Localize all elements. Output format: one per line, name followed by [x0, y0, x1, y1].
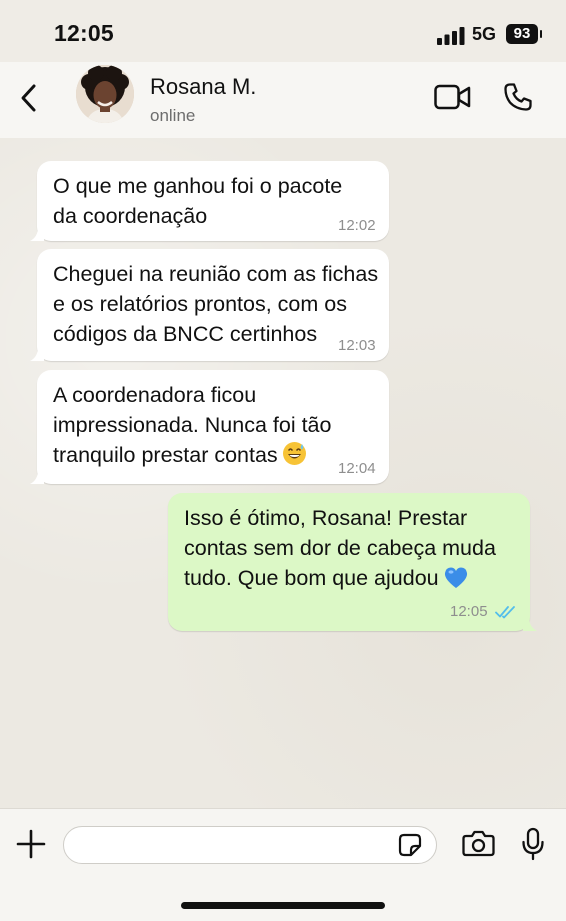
message-time: 12:04	[338, 460, 376, 477]
signal-icon	[437, 27, 465, 45]
contact-name[interactable]: Rosana M.	[150, 74, 256, 100]
message-time: 12:05	[450, 603, 488, 620]
grinning-sweat-emoji	[283, 442, 306, 465]
sticker-icon[interactable]	[398, 833, 422, 857]
read-double-check-icon	[495, 606, 515, 619]
phone-call-icon[interactable]	[503, 82, 533, 112]
message-text: Cheguei na reunião com as fichas e os re…	[53, 262, 379, 346]
message-composer	[0, 808, 566, 921]
status-time: 12:05	[54, 20, 114, 46]
video-call-icon[interactable]	[434, 84, 471, 110]
camera-icon[interactable]	[462, 830, 495, 857]
microphone-icon[interactable]	[521, 827, 545, 861]
back-chevron-icon[interactable]	[14, 80, 44, 116]
message-bubble-incoming[interactable]: Cheguei na reunião com as fichas e os re…	[30, 249, 389, 361]
message-list[interactable]: O que me ganhou foi o pacote da coordena…	[0, 138, 566, 808]
bubble-tail	[30, 470, 44, 484]
message-bubble-outgoing[interactable]: Isso é ótimo, Rosana! Prestar contas sem…	[168, 493, 537, 631]
message-time: 12:03	[338, 337, 376, 354]
home-indicator[interactable]	[181, 902, 385, 909]
bubble-tail	[30, 347, 44, 361]
network-type: 5G	[472, 24, 497, 44]
blue-heart-emoji	[444, 567, 468, 588]
bubble-tail	[30, 227, 44, 241]
message-input[interactable]	[63, 826, 437, 864]
avatar[interactable]	[76, 65, 134, 123]
message-text: O que me ganhou foi o pacote da coordena…	[53, 174, 343, 228]
chat-header: Rosana M. online	[0, 62, 566, 139]
presence-status: online	[150, 106, 196, 125]
message-bubble-incoming[interactable]: O que me ganhou foi o pacote da coordena…	[30, 161, 389, 241]
contact-photo	[76, 65, 134, 123]
message-time: 12:02	[338, 217, 376, 234]
plus-attach-icon[interactable]	[16, 829, 46, 859]
battery-indicator: 93	[506, 24, 542, 44]
bubble-tail	[523, 617, 537, 631]
message-bubble-incoming[interactable]: A coordenadora ficou impressionada. Nunc…	[30, 370, 389, 484]
status-bar: 12:05 5G 93	[0, 0, 566, 62]
